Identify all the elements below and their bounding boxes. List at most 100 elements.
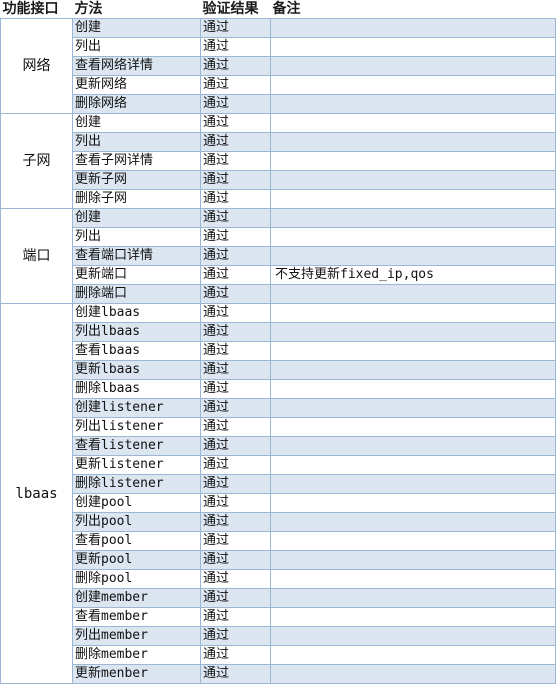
note-cell[interactable] xyxy=(270,56,556,76)
note-cell[interactable] xyxy=(270,436,556,456)
note-cell[interactable] xyxy=(270,132,556,152)
note-cell[interactable] xyxy=(270,588,556,608)
method-cell[interactable]: 更新listener xyxy=(72,455,201,475)
result-cell[interactable]: 通过 xyxy=(200,303,271,323)
result-cell[interactable]: 通过 xyxy=(200,322,271,342)
method-cell[interactable]: 查看网络详情 xyxy=(72,56,201,76)
method-cell[interactable]: 列出lbaas xyxy=(72,322,201,342)
method-cell[interactable]: 列出member xyxy=(72,626,201,646)
note-cell[interactable] xyxy=(270,94,556,114)
method-cell[interactable]: 查看lbaas xyxy=(72,341,201,361)
note-cell[interactable] xyxy=(270,645,556,665)
note-cell[interactable] xyxy=(270,18,556,38)
header-method[interactable]: 方法 xyxy=(72,0,201,19)
note-cell[interactable] xyxy=(270,474,556,494)
note-cell[interactable] xyxy=(270,512,556,532)
result-cell[interactable]: 通过 xyxy=(200,607,271,627)
method-cell[interactable]: 更新lbaas xyxy=(72,360,201,380)
method-cell[interactable]: 创建pool xyxy=(72,493,201,513)
method-cell[interactable]: 删除网络 xyxy=(72,94,201,114)
method-cell[interactable]: 创建listener xyxy=(72,398,201,418)
note-cell[interactable] xyxy=(270,189,556,209)
note-cell[interactable] xyxy=(270,379,556,399)
header-note[interactable]: 备注 xyxy=(270,0,556,19)
header-result[interactable]: 验证结果 xyxy=(200,0,271,19)
result-cell[interactable]: 通过 xyxy=(200,284,271,304)
result-cell[interactable]: 通过 xyxy=(200,436,271,456)
result-cell[interactable]: 通过 xyxy=(200,170,271,190)
result-cell[interactable]: 通过 xyxy=(200,417,271,437)
method-cell[interactable]: 查看member xyxy=(72,607,201,627)
note-cell[interactable] xyxy=(270,455,556,475)
result-cell[interactable]: 通过 xyxy=(200,246,271,266)
method-cell[interactable]: 删除member xyxy=(72,645,201,665)
result-cell[interactable]: 通过 xyxy=(200,379,271,399)
note-cell[interactable] xyxy=(270,550,556,570)
note-cell[interactable] xyxy=(270,37,556,57)
method-cell[interactable]: 查看pool xyxy=(72,531,201,551)
note-cell[interactable] xyxy=(270,398,556,418)
method-cell[interactable]: 删除端口 xyxy=(72,284,201,304)
note-cell[interactable] xyxy=(270,170,556,190)
result-cell[interactable]: 通过 xyxy=(200,56,271,76)
method-cell[interactable]: 创建 xyxy=(72,18,201,38)
result-cell[interactable]: 通过 xyxy=(200,512,271,532)
method-cell[interactable]: 列出 xyxy=(72,227,201,247)
group-cell[interactable]: 子网 xyxy=(0,113,73,209)
method-cell[interactable]: 更新menber xyxy=(72,664,201,684)
method-cell[interactable]: 删除listener xyxy=(72,474,201,494)
note-cell[interactable] xyxy=(270,531,556,551)
method-cell[interactable]: 更新pool xyxy=(72,550,201,570)
group-cell[interactable]: 端口 xyxy=(0,208,73,304)
note-cell[interactable] xyxy=(270,151,556,171)
method-cell[interactable]: 更新端口 xyxy=(72,265,201,285)
group-cell[interactable]: 网络 xyxy=(0,18,73,114)
result-cell[interactable]: 通过 xyxy=(200,341,271,361)
result-cell[interactable]: 通过 xyxy=(200,113,271,133)
note-cell[interactable]: 不支持更新fixed_ip,qos xyxy=(270,265,556,285)
note-cell[interactable] xyxy=(270,113,556,133)
result-cell[interactable]: 通过 xyxy=(200,626,271,646)
method-cell[interactable]: 查看端口详情 xyxy=(72,246,201,266)
group-cell[interactable]: lbaas xyxy=(0,303,73,684)
result-cell[interactable]: 通过 xyxy=(200,398,271,418)
method-cell[interactable]: 删除lbaas xyxy=(72,379,201,399)
note-cell[interactable] xyxy=(270,227,556,247)
method-cell[interactable]: 查看子网详情 xyxy=(72,151,201,171)
note-cell[interactable] xyxy=(270,341,556,361)
method-cell[interactable]: 查看listener xyxy=(72,436,201,456)
result-cell[interactable]: 通过 xyxy=(200,474,271,494)
method-cell[interactable]: 创建 xyxy=(72,113,201,133)
result-cell[interactable]: 通过 xyxy=(200,455,271,475)
method-cell[interactable]: 创建lbaas xyxy=(72,303,201,323)
note-cell[interactable] xyxy=(270,208,556,228)
method-cell[interactable]: 删除子网 xyxy=(72,189,201,209)
result-cell[interactable]: 通过 xyxy=(200,94,271,114)
note-cell[interactable] xyxy=(270,664,556,684)
header-iface[interactable]: 功能接口 xyxy=(0,0,73,19)
result-cell[interactable]: 通过 xyxy=(200,550,271,570)
method-cell[interactable]: 更新子网 xyxy=(72,170,201,190)
result-cell[interactable]: 通过 xyxy=(200,493,271,513)
note-cell[interactable] xyxy=(270,607,556,627)
note-cell[interactable] xyxy=(270,322,556,342)
note-cell[interactable] xyxy=(270,246,556,266)
note-cell[interactable] xyxy=(270,360,556,380)
result-cell[interactable]: 通过 xyxy=(200,265,271,285)
method-cell[interactable]: 删除pool xyxy=(72,569,201,589)
result-cell[interactable]: 通过 xyxy=(200,645,271,665)
result-cell[interactable]: 通过 xyxy=(200,151,271,171)
result-cell[interactable]: 通过 xyxy=(200,75,271,95)
result-cell[interactable]: 通过 xyxy=(200,208,271,228)
result-cell[interactable]: 通过 xyxy=(200,569,271,589)
result-cell[interactable]: 通过 xyxy=(200,227,271,247)
result-cell[interactable]: 通过 xyxy=(200,360,271,380)
result-cell[interactable]: 通过 xyxy=(200,132,271,152)
method-cell[interactable]: 创建member xyxy=(72,588,201,608)
note-cell[interactable] xyxy=(270,626,556,646)
result-cell[interactable]: 通过 xyxy=(200,189,271,209)
note-cell[interactable] xyxy=(270,303,556,323)
method-cell[interactable]: 列出 xyxy=(72,37,201,57)
result-cell[interactable]: 通过 xyxy=(200,531,271,551)
result-cell[interactable]: 通过 xyxy=(200,588,271,608)
